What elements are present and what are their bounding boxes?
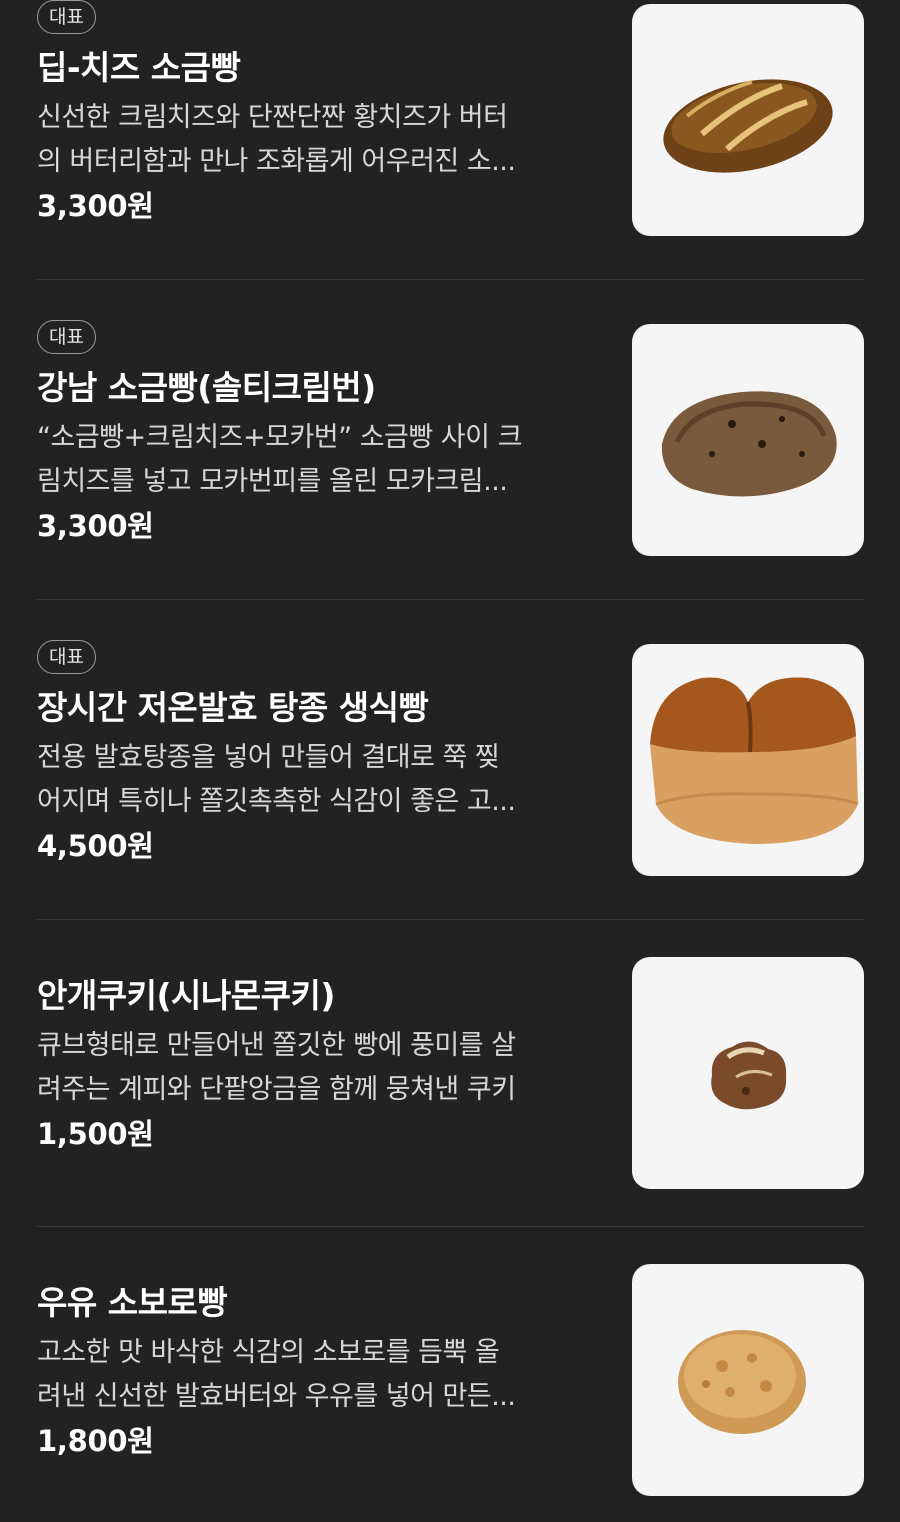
menu-item-image[interactable] <box>632 1264 864 1496</box>
menu-item-price: 3,300원 <box>37 509 154 543</box>
signature-badge: 대표 <box>37 0 96 34</box>
menu-item-description: 큐브형태로 만들어낸 쫄깃한 빵에 풍미를 살 려주는 계피와 단팥앙금을 함께… <box>37 1030 516 1105</box>
menu-item-description: 고소한 맛 바삭한 식감의 소보로를 듬뿍 올 려낸 신선한 발효버터와 우유를… <box>37 1337 516 1412</box>
menu-item-text: 우유 소보로빵 고소한 맛 바삭한 식감의 소보로를 듬뿍 올 려낸 신선한 발… <box>37 1281 597 1461</box>
divider <box>37 919 864 920</box>
signature-badge: 대표 <box>37 320 96 354</box>
menu-item-price: 1,500원 <box>37 1117 154 1151</box>
menu-item-name: 강남 소금빵(솔티크림번) <box>37 368 376 407</box>
menu-item-price: 1,800원 <box>37 1424 154 1458</box>
menu-item-description: 신선한 크림치즈와 단짠단짠 황치즈가 버터 의 버터리함과 만나 조화롭게 어… <box>37 102 516 177</box>
menu-item-image[interactable] <box>632 644 864 876</box>
menu-item-text: 대표 장시간 저온발효 탕종 생식빵 전용 발효탕종을 넣어 만들어 결대로 쭉… <box>37 640 597 866</box>
menu-item-name: 우유 소보로빵 <box>37 1283 228 1322</box>
signature-badge: 대표 <box>37 640 96 674</box>
divider <box>37 1226 864 1227</box>
menu-item-name: 딥-치즈 소금빵 <box>37 48 241 87</box>
menu-item-text: 안개쿠키(시나몬쿠키) 큐브형태로 만들어낸 쫄깃한 빵에 풍미를 살 려주는 … <box>37 974 597 1154</box>
divider <box>37 599 864 600</box>
menu-item-text: 대표 딥-치즈 소금빵 신선한 크림치즈와 단짠단짠 황치즈가 버터 의 버터리… <box>37 0 597 226</box>
menu-item-image[interactable] <box>632 324 864 556</box>
menu-item-description: “소금빵+크림치즈+모카번” 소금빵 사이 크 림치즈를 넣고 모카번피를 올린… <box>37 422 522 497</box>
menu-item-image[interactable] <box>632 957 864 1189</box>
menu-item-image[interactable] <box>632 4 864 236</box>
menu-item-name: 장시간 저온발효 탕종 생식빵 <box>37 688 429 727</box>
menu-item-price: 3,300원 <box>37 189 154 223</box>
menu-item-description: 전용 발효탕종을 넣어 만들어 결대로 쭉 찢 어지며 특히나 쫄깃촉촉한 식감… <box>37 742 516 817</box>
menu-item-price: 4,500원 <box>37 829 154 863</box>
menu-item-name: 안개쿠키(시나몬쿠키) <box>37 976 335 1015</box>
divider <box>37 279 864 280</box>
menu-item-text: 대표 강남 소금빵(솔티크림번) “소금빵+크림치즈+모카번” 소금빵 사이 크… <box>37 320 597 546</box>
